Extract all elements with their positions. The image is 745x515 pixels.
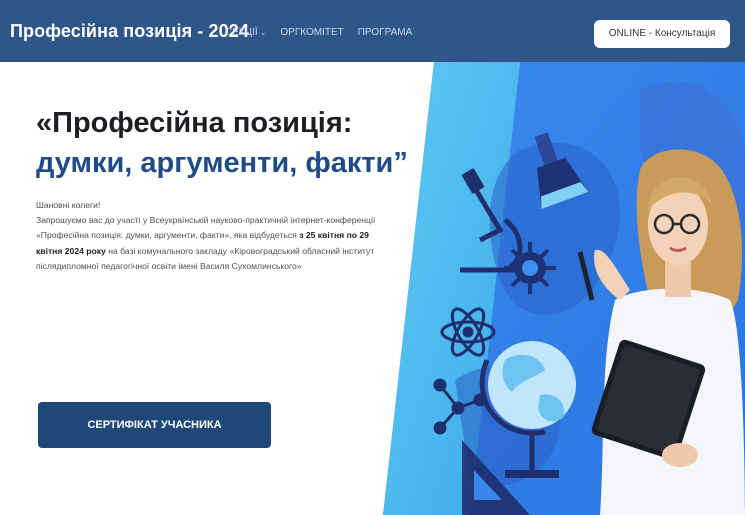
main-nav: СЕКЦІЇ ⌄ ОРГКОМІТЕТ ПРОГРАМА (225, 27, 412, 38)
chevron-down-icon: ⌄ (259, 28, 267, 37)
online-consultation-button[interactable]: ONLINE - Консультація (594, 20, 730, 48)
nav-item-sections-label: СЕКЦІЇ (225, 27, 258, 38)
nav-item-sections[interactable]: СЕКЦІЇ ⌄ (225, 27, 266, 38)
top-navigation-bar: Професійна позиція - 2024 СЕКЦІЇ ⌄ ОРГКОМ… (0, 0, 745, 62)
nav-item-committee[interactable]: ОРГКОМІТЕТ (280, 27, 343, 38)
hero-illustration (383, 62, 745, 515)
site-title[interactable]: Професійна позиція - 2024 (10, 21, 249, 42)
nav-item-program[interactable]: ПРОГРАМА (358, 27, 413, 38)
